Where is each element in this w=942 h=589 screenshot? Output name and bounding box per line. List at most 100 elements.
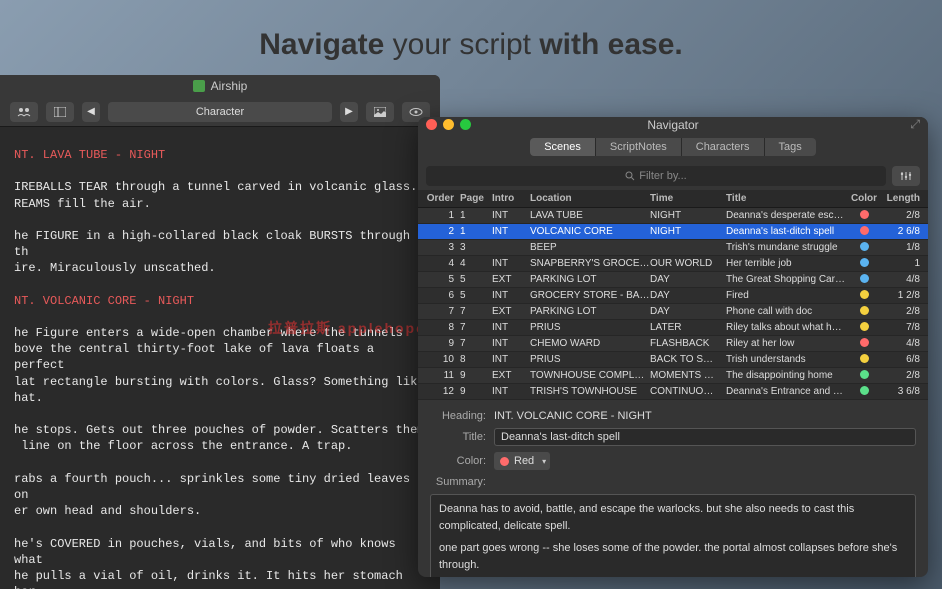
cell-location: PARKING LOT: [530, 274, 650, 285]
tab-scriptnotes[interactable]: ScriptNotes: [596, 138, 682, 156]
table-row[interactable]: 77EXTPARKING LOTDAYPhone call with doc2/…: [418, 304, 928, 320]
tab-tags[interactable]: Tags: [765, 138, 816, 156]
cell-time: OUR WORLD: [650, 258, 726, 269]
action-6: he's COVERED in pouches, vials, and bits…: [14, 537, 417, 589]
cell-time: MOMENTS …: [650, 370, 726, 381]
color-dot-icon: [860, 354, 869, 363]
col-location-header[interactable]: Location: [530, 193, 650, 204]
element-next-button[interactable]: ▶: [340, 102, 358, 122]
tagline-bold2: with ease.: [539, 28, 682, 61]
eye-icon: [409, 108, 423, 116]
col-length-header[interactable]: Length: [882, 193, 924, 204]
zoom-icon[interactable]: [460, 119, 471, 130]
cell-order: 10: [422, 354, 460, 365]
cell-length: 2 6/8: [882, 226, 924, 237]
image-button[interactable]: [366, 102, 394, 122]
close-icon[interactable]: [426, 119, 437, 130]
tagline-bold1: Navigate: [259, 28, 384, 61]
tab-characters[interactable]: Characters: [682, 138, 765, 156]
cell-time: NIGHT: [650, 210, 726, 221]
element-type-select[interactable]: Character: [108, 102, 332, 122]
col-time-header[interactable]: Time: [650, 193, 726, 204]
cell-intro: INT: [492, 338, 530, 349]
cell-color: [846, 274, 882, 286]
navigator-tabs: Scenes ScriptNotes Characters Tags: [418, 132, 928, 162]
color-dot-icon: [860, 370, 869, 379]
cell-order: 5: [422, 274, 460, 285]
filter-input[interactable]: Filter by...: [426, 166, 886, 186]
scene-heading-2: NT. VOLCANIC CORE - NIGHT: [14, 294, 194, 308]
navigator-titlebar[interactable]: Navigator ⤢: [418, 117, 928, 132]
sidebar-toggle-button[interactable]: [10, 102, 38, 122]
search-icon: [625, 171, 635, 181]
cell-page: 1: [460, 210, 492, 221]
cell-title: The Great Shopping Cart Spill: [726, 274, 846, 285]
color-swatch-icon: [500, 457, 509, 466]
action-4: he stops. Gets out three pouches of powd…: [14, 423, 424, 453]
table-header[interactable]: Order Page Intro Location Time Title Col…: [418, 190, 928, 208]
color-dot-icon: [860, 322, 869, 331]
color-dot-icon: [860, 210, 869, 219]
cell-intro: EXT: [492, 306, 530, 317]
cell-order: 9: [422, 338, 460, 349]
expand-icon[interactable]: ⤢: [910, 117, 920, 132]
summary-line-1: Deanna has to avoid, battle, and escape …: [439, 501, 907, 534]
minimize-icon[interactable]: [443, 119, 454, 130]
script-body[interactable]: NT. LAVA TUBE - NIGHT IREBALLS TEAR thro…: [0, 127, 440, 589]
cell-time: BACK TO S…: [650, 354, 726, 365]
cell-page: 1: [460, 226, 492, 237]
script-title: Airship: [211, 79, 248, 93]
color-select[interactable]: Red: [494, 452, 550, 470]
cell-order: 2: [422, 226, 460, 237]
cell-length: 1 2/8: [882, 290, 924, 301]
cell-length: 2/8: [882, 210, 924, 221]
image-icon: [374, 107, 386, 117]
title-input[interactable]: Deanna's last-ditch spell: [494, 428, 916, 446]
col-color-header[interactable]: Color: [846, 193, 882, 204]
cell-location: SNAPBERRY'S GROCE…: [530, 258, 650, 269]
table-row[interactable]: 11INTLAVA TUBENIGHTDeanna's desperate es…: [418, 208, 928, 224]
cell-page: 3: [460, 242, 492, 253]
people-icon: [17, 107, 31, 117]
table-row[interactable]: 119EXTTOWNHOUSE COMPL…MOMENTS …The disap…: [418, 368, 928, 384]
table-row[interactable]: 87INTPRIUSLATERRiley talks about what ha…: [418, 320, 928, 336]
cell-color: [846, 370, 882, 382]
cell-time: FLASHBACK: [650, 338, 726, 349]
cell-location: PRIUS: [530, 354, 650, 365]
cell-length: 3 6/8: [882, 386, 924, 397]
col-order-header[interactable]: Order: [422, 193, 460, 204]
table-row[interactable]: 97INTCHEMO WARDFLASHBACKRiley at her low…: [418, 336, 928, 352]
cell-color: [846, 258, 882, 270]
color-name: Red: [514, 455, 534, 467]
table-row[interactable]: 65INTGROCERY STORE - BA…DAYFired1 2/8: [418, 288, 928, 304]
cell-color: [846, 290, 882, 302]
table-row[interactable]: 33BEEPTrish's mundane struggle1/8: [418, 240, 928, 256]
table-row[interactable]: 129INTTRISH'S TOWNHOUSECONTINUO…Deanna's…: [418, 384, 928, 400]
table-row[interactable]: 108INTPRIUSBACK TO S…Trish understands6/…: [418, 352, 928, 368]
tab-scenes[interactable]: Scenes: [530, 138, 596, 156]
col-intro-header[interactable]: Intro: [492, 193, 530, 204]
cell-location: VOLCANIC CORE: [530, 226, 650, 237]
scenes-table: Order Page Intro Location Time Title Col…: [418, 190, 928, 400]
summary-line-2: one part goes wrong -- she loses some of…: [439, 540, 907, 573]
cell-color: [846, 354, 882, 366]
scene-details: Heading: INT. VOLCANIC CORE - NIGHT Titl…: [418, 400, 928, 577]
cell-location: TOWNHOUSE COMPL…: [530, 370, 650, 381]
cell-length: 7/8: [882, 322, 924, 333]
col-page-header[interactable]: Page: [460, 193, 492, 204]
element-prev-button[interactable]: ◀: [82, 102, 100, 122]
table-row[interactable]: 21INTVOLCANIC CORENIGHTDeanna's last-dit…: [418, 224, 928, 240]
panel-icon: [54, 107, 66, 117]
table-row[interactable]: 55EXTPARKING LOTDAYThe Great Shopping Ca…: [418, 272, 928, 288]
filter-row: Filter by...: [418, 162, 928, 190]
cell-page: 7: [460, 306, 492, 317]
summary-textarea[interactable]: Deanna has to avoid, battle, and escape …: [430, 494, 916, 577]
cell-length: 6/8: [882, 354, 924, 365]
panel-toggle-button[interactable]: [46, 102, 74, 122]
cell-order: 12: [422, 386, 460, 397]
cell-page: 7: [460, 338, 492, 349]
cell-time: DAY: [650, 306, 726, 317]
col-title-header[interactable]: Title: [726, 193, 846, 204]
filter-settings-button[interactable]: [892, 166, 920, 186]
table-row[interactable]: 44INTSNAPBERRY'S GROCE…OUR WORLDHer terr…: [418, 256, 928, 272]
